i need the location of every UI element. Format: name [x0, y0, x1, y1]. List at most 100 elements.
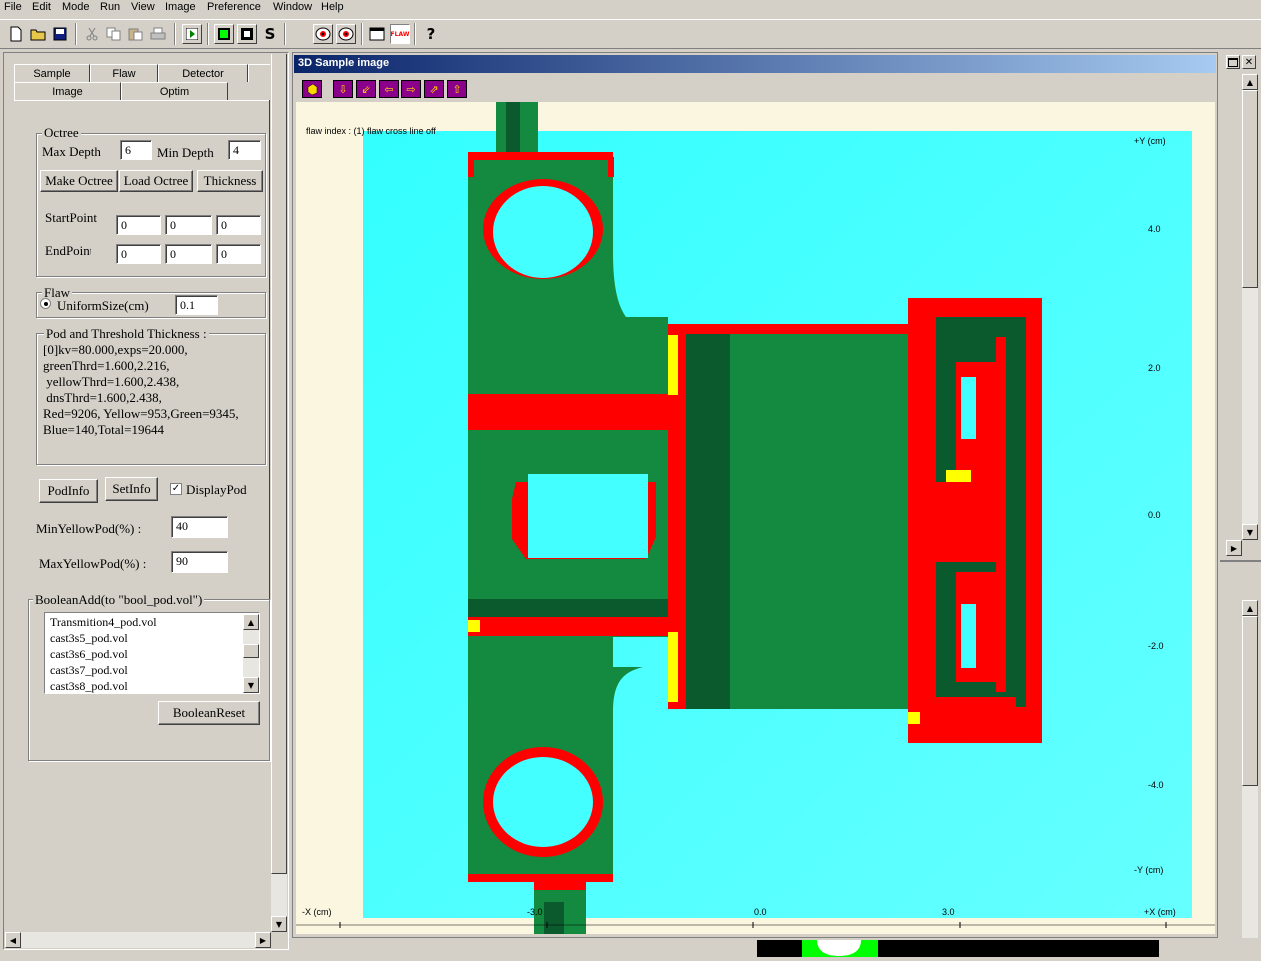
- copy-icon[interactable]: [104, 24, 124, 44]
- list-item[interactable]: Transmition4_pod.vol: [50, 615, 157, 630]
- start-y-input[interactable]: 0: [165, 215, 212, 235]
- boolean-reset-button[interactable]: BooleanReset: [158, 701, 260, 725]
- y-tick-label: 2.0: [1148, 363, 1161, 373]
- menu-view[interactable]: View: [131, 1, 155, 13]
- scroll-left-icon[interactable]: ◀: [5, 932, 21, 948]
- cube-icon[interactable]: [302, 80, 322, 98]
- scroll-down-icon[interactable]: ▼: [243, 677, 259, 693]
- scroll-thumb[interactable]: [1242, 616, 1258, 786]
- right-vscrollbar-bottom[interactable]: ▲: [1242, 600, 1258, 940]
- arrow-left-icon[interactable]: ⇦: [379, 80, 399, 98]
- run-icon[interactable]: [182, 24, 202, 44]
- view-black-icon[interactable]: [237, 24, 257, 44]
- list-item[interactable]: cast3s8_pod.vol: [50, 679, 128, 694]
- save-icon[interactable]: [50, 24, 70, 44]
- new-icon[interactable]: [6, 24, 26, 44]
- list-item[interactable]: cast3s7_pod.vol: [50, 663, 128, 678]
- eye-left-icon[interactable]: [313, 24, 333, 44]
- eye-right-icon[interactable]: [336, 24, 356, 44]
- open-icon[interactable]: [28, 24, 48, 44]
- set-info-button[interactable]: SetInfo: [105, 477, 158, 501]
- y-tick-label: -2.0: [1148, 641, 1164, 651]
- tab-image[interactable]: Image: [14, 82, 121, 100]
- menu-window[interactable]: Window: [273, 1, 312, 13]
- tab-detector[interactable]: Detector: [158, 64, 248, 82]
- menu-edit[interactable]: Edit: [32, 1, 51, 13]
- menu-image[interactable]: Image: [165, 1, 196, 13]
- render-canvas[interactable]: flaw index : (1) flaw cross line off +Y …: [296, 102, 1215, 934]
- close-icon[interactable]: ✕: [1242, 55, 1256, 69]
- max-depth-input[interactable]: 6: [120, 140, 152, 160]
- min-depth-label: Min Depth: [157, 145, 214, 160]
- info-text: flaw index : (1) flaw cross line off: [306, 126, 436, 136]
- view-green-icon[interactable]: [214, 24, 234, 44]
- start-z-input[interactable]: 0: [216, 215, 261, 235]
- window-icon[interactable]: [367, 24, 387, 44]
- uniform-size-radio[interactable]: [40, 298, 51, 309]
- s-icon[interactable]: S: [260, 24, 280, 44]
- diag-up-icon[interactable]: ⇗: [424, 80, 444, 98]
- scroll-down-icon[interactable]: ▼: [1242, 524, 1258, 540]
- end-x-input[interactable]: 0: [116, 244, 161, 264]
- arrow-right-icon[interactable]: ⇨: [401, 80, 421, 98]
- listbox-scrollbar[interactable]: ▲ ▼: [243, 614, 259, 693]
- x-axis-right-label: +X (cm): [1144, 907, 1176, 917]
- tab-optim[interactable]: Optim: [121, 82, 228, 100]
- y-axis-bottom-label: -Y (cm): [1134, 865, 1164, 875]
- list-item[interactable]: cast3s5_pod.vol: [50, 631, 128, 646]
- scroll-right-icon[interactable]: ▶: [255, 932, 271, 948]
- left-vscrollbar[interactable]: ▲ ▼: [271, 54, 287, 932]
- flaw-icon[interactable]: FLAW: [390, 24, 410, 44]
- end-y-input[interactable]: 0: [165, 244, 212, 264]
- left-hscrollbar[interactable]: ◀ ▶: [5, 932, 271, 948]
- pod-line: yellowThrd=1.600,2.438,: [43, 374, 180, 389]
- tab-flaw[interactable]: Flaw: [90, 64, 158, 82]
- uniform-size-input[interactable]: 0.1: [175, 295, 218, 315]
- y-axis-top-label: +Y (cm): [1134, 136, 1166, 146]
- boolean-listbox[interactable]: Transmition4_pod.vol cast3s5_pod.vol cas…: [44, 612, 260, 694]
- end-z-input[interactable]: 0: [216, 244, 261, 264]
- menu-help[interactable]: Help: [321, 1, 344, 13]
- min-yellow-input[interactable]: 40: [171, 516, 228, 538]
- minimize-icon[interactable]: [1226, 55, 1240, 69]
- display-pod-checkbox[interactable]: ✓: [170, 483, 182, 495]
- menu-file[interactable]: File: [4, 1, 22, 13]
- tab-more[interactable]: [248, 64, 270, 82]
- scroll-thumb[interactable]: [271, 54, 287, 874]
- tab-divider: [14, 100, 270, 101]
- list-item[interactable]: cast3s6_pod.vol: [50, 647, 128, 662]
- scroll-down-icon[interactable]: ▼: [271, 916, 287, 932]
- tab-sample[interactable]: Sample: [14, 64, 90, 82]
- menu-mode[interactable]: Mode: [62, 1, 90, 13]
- thickness-button[interactable]: Thickness: [197, 170, 263, 192]
- pod-info-button[interactable]: PodInfo: [39, 479, 98, 503]
- max-yellow-input[interactable]: 90: [171, 551, 228, 573]
- min-depth-input[interactable]: 4: [228, 140, 261, 160]
- make-octree-button[interactable]: Make Octree: [40, 170, 118, 192]
- paste-icon[interactable]: [126, 24, 146, 44]
- help-icon[interactable]: ?: [421, 24, 441, 44]
- window-title-bar[interactable]: 3D Sample image: [294, 55, 1216, 73]
- print-icon[interactable]: [148, 24, 168, 44]
- scroll-thumb[interactable]: [243, 644, 259, 658]
- right-vscrollbar-top[interactable]: ▲ ▼: [1242, 74, 1258, 540]
- load-octree-button[interactable]: Load Octree: [119, 170, 193, 192]
- cut-icon[interactable]: [82, 24, 102, 44]
- diag-down-icon[interactable]: ⇙: [356, 80, 376, 98]
- scroll-thumb[interactable]: [1242, 90, 1258, 288]
- scroll-up-icon[interactable]: ▲: [1242, 74, 1258, 90]
- scroll-up-icon[interactable]: ▲: [1242, 600, 1258, 616]
- arrow-up-icon[interactable]: ⇧: [447, 80, 467, 98]
- sample-rendering: flaw index : (1) flaw cross line off: [296, 102, 1215, 934]
- scroll-up-icon[interactable]: ▲: [243, 614, 259, 630]
- menu-run[interactable]: Run: [100, 1, 120, 13]
- y-tick-label: 4.0: [1148, 224, 1161, 234]
- display-pod-label: DisplayPod: [186, 482, 247, 497]
- start-x-input[interactable]: 0: [116, 215, 161, 235]
- min-yellow-label: MinYellowPod(%) :: [36, 521, 142, 536]
- menubar: File Edit Mode Run View Image Preference…: [0, 0, 1261, 18]
- arrow-down-icon[interactable]: ⇩: [333, 80, 353, 98]
- scroll-right-icon[interactable]: ▶: [1226, 540, 1242, 556]
- pod-line: Red=9206, Yellow=953,Green=9345,: [43, 406, 239, 421]
- menu-preference[interactable]: Preference: [207, 1, 261, 13]
